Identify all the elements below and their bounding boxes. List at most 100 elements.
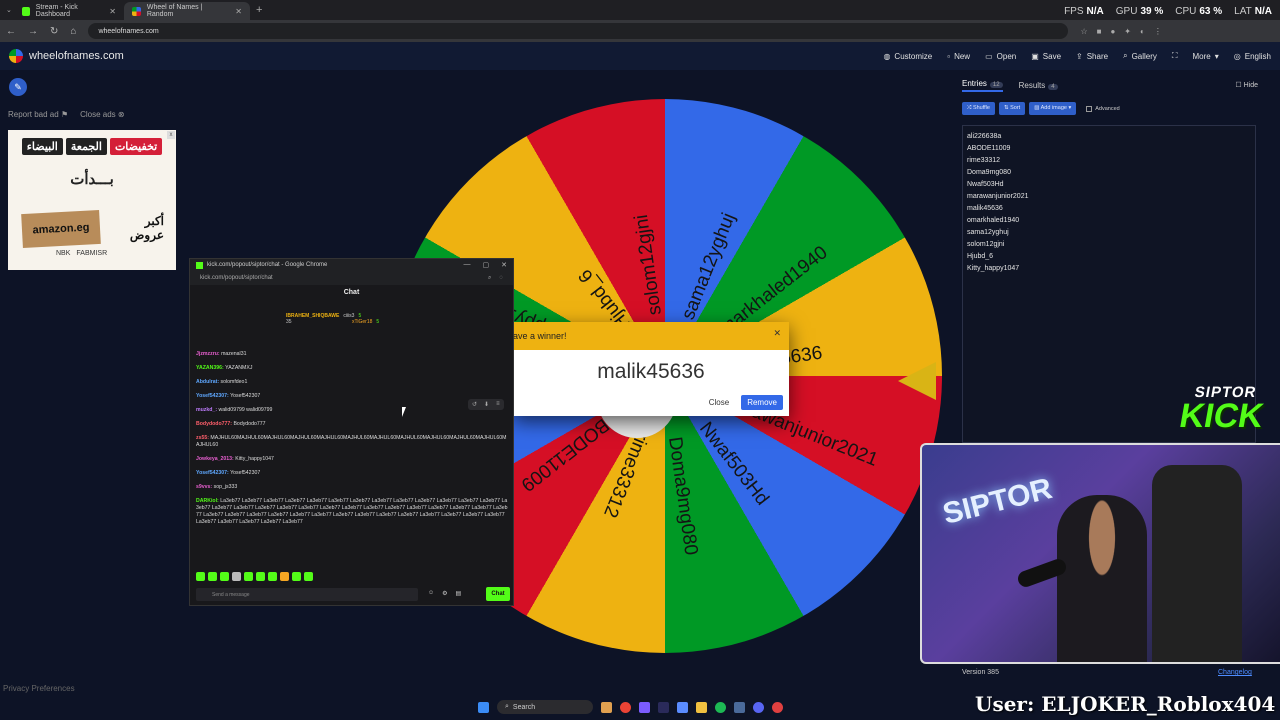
bookmark-star-icon[interactable]: ☆: [1080, 27, 1087, 36]
pin-icon[interactable]: ⬇: [484, 401, 489, 408]
spotify-icon[interactable]: [715, 701, 726, 713]
image-icon: ▨: [1034, 105, 1040, 111]
chat-send-button[interactable]: Chat: [486, 587, 510, 601]
emote-icon[interactable]: [244, 572, 253, 581]
entry-line: omarkhaled1940: [967, 217, 1020, 224]
report-ad-link[interactable]: Report bad ad ⚑: [8, 110, 68, 119]
customize-button[interactable]: ◍ Customize: [883, 52, 932, 61]
chat-username[interactable]: Yosef542307:: [196, 393, 229, 399]
chat-header: Chat: [343, 289, 360, 296]
extension-icon[interactable]: ■: [1097, 27, 1102, 36]
chat-message: Abdulrat: solomfdeo1: [196, 379, 508, 386]
reload-icon[interactable]: ↻: [50, 26, 58, 37]
chat-username[interactable]: muzkd_:: [196, 407, 217, 413]
emote-icon[interactable]: [292, 572, 301, 581]
tab-results[interactable]: Results 4: [1019, 81, 1058, 90]
minimize-icon[interactable]: —: [464, 261, 471, 269]
kick-favicon-icon: [22, 6, 30, 16]
close-tab-icon[interactable]: ✕: [235, 7, 242, 16]
advanced-checkbox[interactable]: Advanced: [1086, 102, 1120, 115]
popup-url-bar[interactable]: kick.com/popout/siptor/chat ⌕ ◌: [190, 271, 513, 285]
chat-username[interactable]: Abdulrat:: [196, 379, 219, 385]
zoom-icon[interactable]: ⌕: [488, 275, 491, 282]
discord-icon[interactable]: [753, 701, 764, 713]
fullscreen-button[interactable]: ⛶: [1172, 51, 1178, 61]
extension-icon[interactable]: ●: [1110, 27, 1115, 36]
back-icon[interactable]: ←: [6, 26, 16, 37]
close-button[interactable]: Close: [705, 395, 733, 410]
emote-icon[interactable]: [196, 572, 205, 581]
window-controls: — ▢ ✕: [464, 261, 508, 269]
site-logo[interactable]: wheelofnames.com: [9, 49, 124, 63]
share-button[interactable]: ⇪ Share: [1076, 52, 1108, 61]
tab-wheel-of-names[interactable]: Wheel of Names | Random ✕: [124, 2, 250, 20]
chat-username[interactable]: Jjzmzzru:: [196, 351, 220, 357]
emote-icon[interactable]: [208, 572, 217, 581]
settings-icon[interactable]: ⚙: [442, 590, 447, 597]
edit-pencil-button[interactable]: ✎: [9, 78, 27, 96]
url-field[interactable]: wheelofnames.com: [88, 23, 1069, 39]
app-icon[interactable]: [639, 701, 650, 713]
chat-message-input[interactable]: Send a message: [196, 588, 418, 601]
gift-icon[interactable]: ▤: [456, 590, 462, 597]
chat-username[interactable]: YAZAN396:: [196, 365, 224, 371]
chat-username[interactable]: Yosef542307:: [196, 470, 229, 476]
chat-username[interactable]: Bodydodo777:: [196, 421, 232, 427]
changelog-link[interactable]: Changelog: [1218, 669, 1252, 676]
new-button[interactable]: ▫ New: [947, 52, 970, 61]
popup-url-icons: ⌕ ◌: [488, 275, 503, 282]
home-icon[interactable]: ⌂: [70, 26, 76, 37]
emote-icon[interactable]: [232, 572, 241, 581]
entry-line: ali226638a: [967, 133, 1002, 140]
forward-icon[interactable]: →: [28, 26, 38, 37]
remove-button[interactable]: Remove: [741, 395, 783, 410]
tab-kick-dashboard[interactable]: Stream - Kick Dashboard ✕: [14, 2, 124, 20]
chat-username[interactable]: Jowkeya_2013:: [196, 456, 234, 462]
premiere-icon[interactable]: [658, 701, 669, 713]
amazon-ad-banner[interactable]: x البيضاء الجمعة تخفيضات بـــدأت amazon.…: [8, 130, 176, 270]
close-tab-icon[interactable]: ✕: [109, 7, 116, 16]
app-icon[interactable]: [677, 701, 688, 713]
obs-icon[interactable]: [772, 701, 783, 713]
browser-menu-icon[interactable]: ⋮: [1154, 27, 1162, 36]
emote-icon[interactable]: [256, 572, 265, 581]
more-actions-icon[interactable]: ≡: [496, 401, 500, 408]
close-ads-link[interactable]: Close ads ⊗: [80, 110, 125, 119]
profile-icon[interactable]: ◐: [1140, 27, 1145, 36]
save-button[interactable]: ▣ Save: [1031, 52, 1061, 61]
more-button[interactable]: More ▾: [1193, 52, 1219, 61]
taskbar-search[interactable]: ⌕ Search: [497, 700, 593, 714]
hide-toggle[interactable]: ☐ Hide: [1235, 81, 1258, 89]
windows-start-icon[interactable]: [478, 701, 489, 713]
privacy-preferences-link[interactable]: Privacy Preferences: [3, 684, 75, 693]
eye-off-icon[interactable]: ◌: [499, 275, 503, 282]
chat-username[interactable]: DARKiol:: [196, 498, 219, 504]
hide-label: Hide: [1243, 82, 1258, 89]
chat-username[interactable]: s9vvs:: [196, 484, 212, 490]
puzzle-icon[interactable]: ✦: [1124, 27, 1131, 36]
dialog-close-icon[interactable]: ✕: [773, 328, 781, 339]
shuffle-button[interactable]: ⤮ Shuffle: [962, 102, 995, 115]
gallery-button[interactable]: ⌕ Gallery: [1123, 51, 1157, 61]
add-image-button[interactable]: ▨ Add image ▾: [1029, 102, 1077, 115]
emote-icon[interactable]: [280, 572, 289, 581]
widgets-icon[interactable]: [601, 701, 612, 713]
chrome-icon[interactable]: [620, 701, 631, 713]
reply-icon[interactable]: ↺: [472, 401, 477, 408]
file-explorer-icon[interactable]: [696, 701, 707, 713]
emote-icon[interactable]: [268, 572, 277, 581]
language-button[interactable]: ◎ English: [1234, 52, 1271, 61]
tab-search-icon[interactable]: ⌄: [6, 6, 14, 14]
chat-message-text: YAZANMXJ: [223, 365, 253, 371]
steam-icon[interactable]: [734, 701, 745, 713]
chat-username[interactable]: zs55:: [196, 435, 209, 441]
close-window-icon[interactable]: ✕: [501, 261, 507, 269]
tab-entries[interactable]: Entries 12: [962, 79, 1003, 92]
new-tab-icon[interactable]: +: [256, 4, 262, 16]
maximize-icon[interactable]: ▢: [483, 261, 490, 269]
emoji-icon[interactable]: ☺: [428, 590, 434, 597]
sort-button[interactable]: ⇅ Sort: [998, 102, 1026, 115]
emote-icon[interactable]: [220, 572, 229, 581]
open-button[interactable]: ▭ Open: [985, 52, 1016, 61]
emote-icon[interactable]: [304, 572, 313, 581]
